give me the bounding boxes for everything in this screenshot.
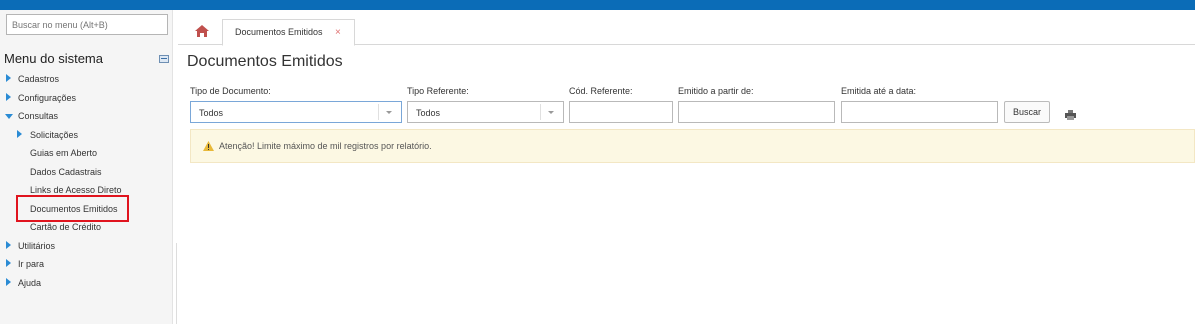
emitido-a-partir-input[interactable] [678, 101, 835, 123]
search-button[interactable]: Buscar [1004, 101, 1050, 123]
expand-arrow-icon [6, 74, 11, 82]
page-title: Documentos Emitidos [187, 53, 343, 70]
sidebar-item-guias-em-aberto[interactable]: Guias em Aberto [30, 148, 97, 158]
collapse-menu-icon[interactable] [159, 55, 169, 63]
sidebar-item-cartao-de-credito[interactable]: Cartão de Crédito [30, 222, 101, 232]
expand-arrow-icon [6, 259, 11, 267]
sidebar-resize-handle[interactable] [176, 243, 177, 324]
expand-arrow-icon [6, 278, 11, 286]
cod-referente-input[interactable] [569, 101, 673, 123]
cod-referente-label: Cód. Referente: [569, 86, 633, 96]
expand-arrow-icon [6, 241, 11, 249]
tab-label: Documentos Emitidos [235, 27, 323, 37]
sidebar-item-consultas[interactable]: Consultas [18, 111, 58, 121]
expand-arrow-icon [17, 130, 22, 138]
tipo-referente-label: Tipo Referente: [407, 86, 469, 96]
sidebar-item-ir-para[interactable]: Ir para [18, 259, 44, 269]
sidebar-item-utilitarios[interactable]: Utilitários [18, 241, 55, 251]
chevron-down-icon [386, 111, 392, 114]
menu-title: Menu do sistema [4, 51, 103, 66]
emitida-ate-label: Emitida até a data: [841, 86, 917, 96]
emitida-ate-input[interactable] [841, 101, 998, 123]
alert-text: Atenção! Limite máximo de mil registros … [219, 141, 432, 151]
sidebar-item-links-acesso-direto[interactable]: Links de Acesso Direto [30, 185, 122, 195]
sidebar-item-ajuda[interactable]: Ajuda [18, 278, 41, 288]
menu-search-input[interactable] [6, 14, 168, 35]
emitido-a-partir-label: Emitido a partir de: [678, 86, 754, 96]
home-icon [195, 25, 209, 37]
highlight-box [16, 195, 129, 222]
warning-icon [203, 141, 214, 151]
expand-arrow-icon [6, 93, 11, 101]
tipo-referente-select[interactable]: Todos [407, 101, 564, 123]
tipo-documento-select[interactable]: Todos [190, 101, 402, 123]
tab-home[interactable] [187, 19, 217, 45]
chevron-down-icon [548, 111, 554, 114]
sidebar-item-configuracoes[interactable]: Configurações [18, 93, 76, 103]
print-icon[interactable] [1065, 107, 1076, 120]
collapse-arrow-icon [5, 114, 13, 119]
tab-documentos-emitidos[interactable]: Documentos Emitidos × [222, 19, 355, 46]
tipo-documento-value: Todos [199, 108, 224, 118]
close-icon[interactable]: × [335, 28, 341, 38]
tipo-documento-label: Tipo de Documento: [190, 86, 271, 96]
sidebar-item-dados-cadastrais[interactable]: Dados Cadastrais [30, 167, 102, 177]
dropdown-separator [378, 104, 379, 120]
sidebar-item-solicitacoes[interactable]: Solicitações [30, 130, 78, 140]
dropdown-separator [540, 104, 541, 120]
top-bar [0, 0, 1195, 10]
tipo-referente-value: Todos [416, 108, 441, 118]
sidebar-item-cadastros[interactable]: Cadastros [18, 74, 59, 84]
warning-alert: Atenção! Limite máximo de mil registros … [190, 129, 1195, 163]
